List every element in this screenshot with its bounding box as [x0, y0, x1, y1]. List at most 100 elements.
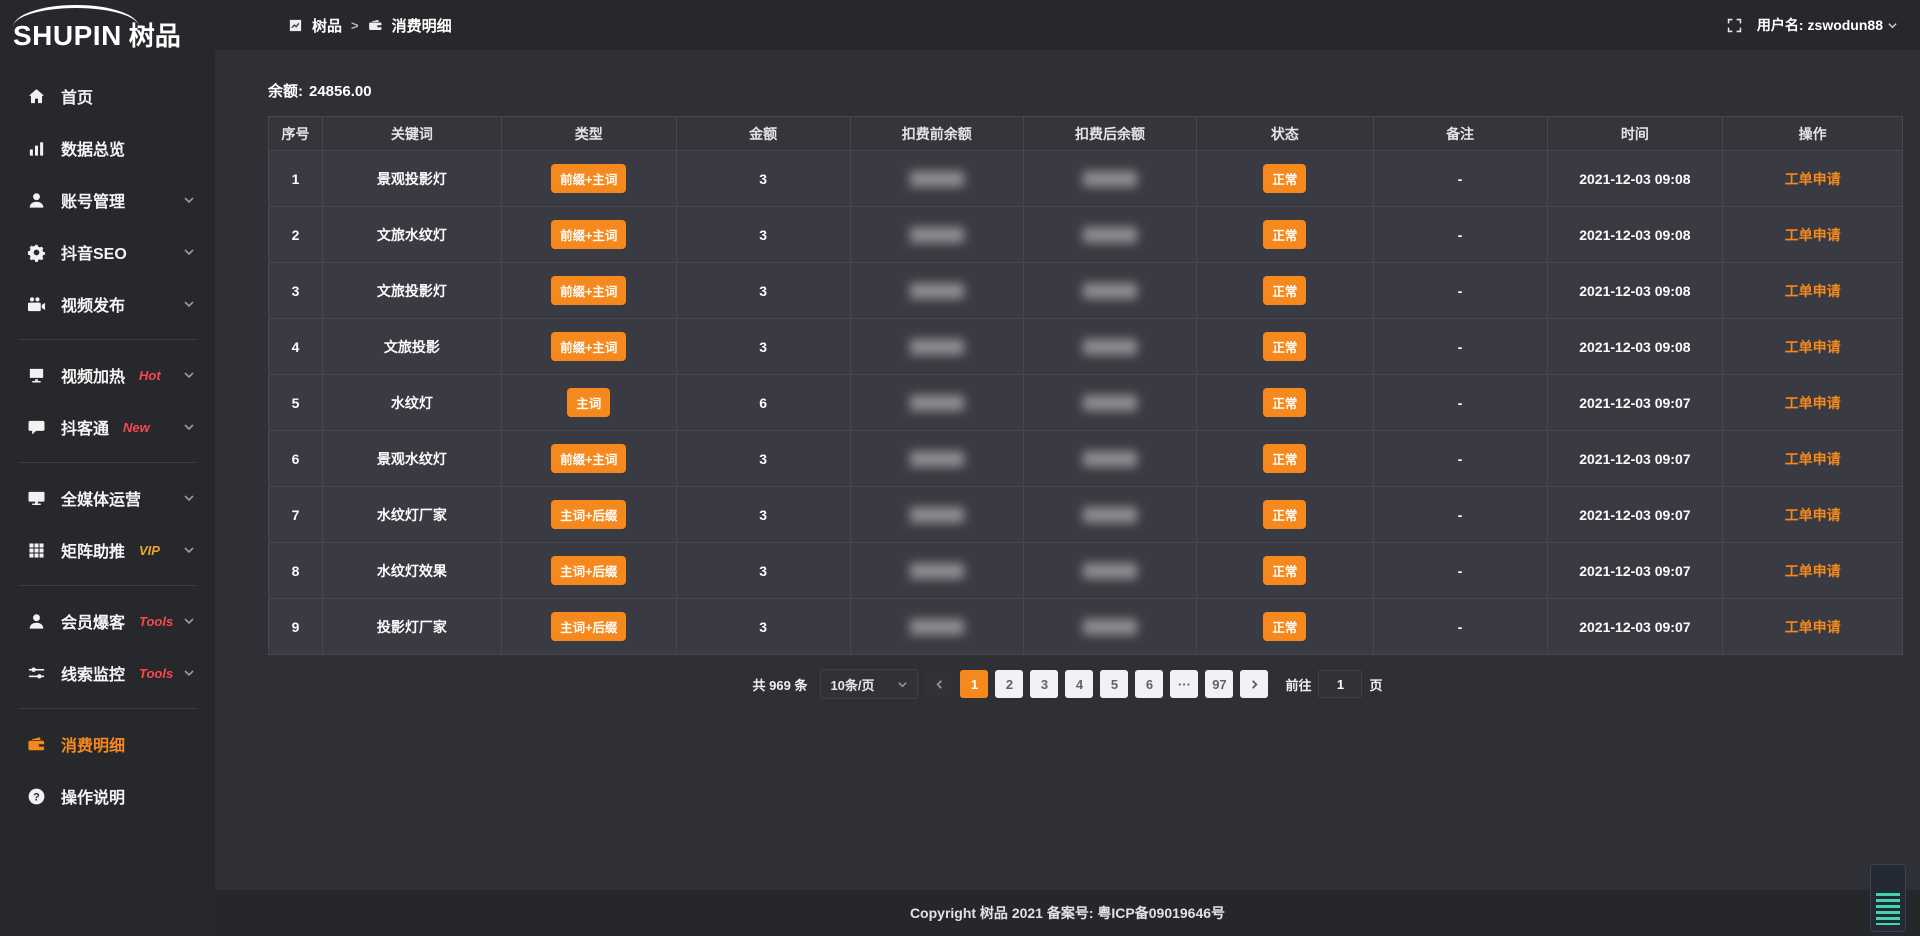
- cell-status: 正常: [1197, 487, 1373, 543]
- consumption-table-wrap: 序号关键词类型金额扣费前余额扣费后余额状态备注时间操作 1景观投影灯前缀+主词3…: [268, 116, 1903, 655]
- page-button-5[interactable]: 5: [1100, 670, 1128, 698]
- type-badge: 前缀+主词: [551, 444, 626, 473]
- cell-action: 工单申请: [1723, 487, 1903, 543]
- chevron-down-icon: [183, 667, 195, 679]
- cell-keyword: 水纹灯: [322, 375, 501, 431]
- cell-action: 工单申请: [1723, 431, 1903, 487]
- work-order-link[interactable]: 工单申请: [1785, 171, 1841, 187]
- sidebar-item-label: 视频加热: [61, 363, 125, 387]
- username-label: 用户名:: [1757, 15, 1804, 35]
- work-order-link[interactable]: 工单申请: [1785, 395, 1841, 411]
- cell-note: -: [1373, 263, 1547, 319]
- sidebar-item-matrix-boost[interactable]: 矩阵助推VIP: [0, 524, 215, 576]
- work-order-link[interactable]: 工单申请: [1785, 227, 1841, 243]
- balance-value: 24856.00: [309, 83, 372, 100]
- page-button-4[interactable]: 4: [1065, 670, 1093, 698]
- cell-no: 4: [269, 319, 323, 375]
- blurred-value: [910, 619, 964, 635]
- cell-post-balance: [1023, 207, 1196, 263]
- work-order-link[interactable]: 工单申请: [1785, 507, 1841, 523]
- cell-status: 正常: [1197, 151, 1373, 207]
- cell-status: 正常: [1197, 375, 1373, 431]
- table-row: 9投影灯厂家主词+后缀3正常-2021-12-03 09:07工单申请: [269, 599, 1903, 655]
- sidebar-item-help[interactable]: 操作说明: [0, 770, 215, 822]
- sidebar-item-tag: Hot: [139, 368, 161, 383]
- chat-icon: [27, 418, 46, 437]
- work-order-link[interactable]: 工单申请: [1785, 563, 1841, 579]
- sidebar-item-video-heat[interactable]: 视频加热 Hot: [0, 349, 215, 401]
- cell-keyword: 文旅水纹灯: [322, 207, 501, 263]
- cell-pre-balance: [850, 263, 1023, 319]
- work-order-link[interactable]: 工单申请: [1785, 283, 1841, 299]
- sidebar-item-clue-monitor[interactable]: 线索监控Tools: [0, 647, 215, 699]
- type-badge: 前缀+主词: [551, 276, 626, 305]
- next-page-button[interactable]: [1240, 670, 1268, 698]
- cell-no: 5: [269, 375, 323, 431]
- sidebar-item-home[interactable]: 首页: [0, 70, 215, 122]
- consumption-table: 序号关键词类型金额扣费前余额扣费后余额状态备注时间操作 1景观投影灯前缀+主词3…: [268, 116, 1903, 655]
- goto-label: 前往: [1285, 675, 1311, 694]
- cell-amount: 3: [676, 599, 850, 655]
- app: SHUPIN树品 首页数据总览账号管理抖音SEO视频发布视频加热Hot抖客通Ne…: [0, 0, 1920, 936]
- cell-action: 工单申请: [1723, 319, 1903, 375]
- work-order-link[interactable]: 工单申请: [1785, 451, 1841, 467]
- chevron-down-icon: [183, 492, 195, 504]
- prev-page-button[interactable]: [925, 670, 953, 698]
- sidebar-divider: [18, 339, 197, 340]
- cell-no: 1: [269, 151, 323, 207]
- cell-keyword: 水纹灯效果: [322, 543, 501, 599]
- blurred-value: [1083, 451, 1137, 467]
- page-button-3[interactable]: 3: [1030, 670, 1058, 698]
- cell-pre-balance: [850, 151, 1023, 207]
- user-menu[interactable]: 用户名: zswodun88: [1757, 15, 1898, 35]
- table-header-row: 序号关键词类型金额扣费前余额扣费后余额状态备注时间操作: [269, 117, 1903, 151]
- blurred-value: [1083, 227, 1137, 243]
- sidebar-item-media-ops[interactable]: 全媒体运营: [0, 472, 215, 524]
- sidebar-item-doukoutong[interactable]: 抖客通New: [0, 401, 215, 453]
- page-button-2[interactable]: 2: [995, 670, 1023, 698]
- sidebar-item-video-publish[interactable]: 视频发布: [0, 278, 215, 330]
- cell-type: 前缀+主词: [501, 319, 676, 375]
- work-order-link[interactable]: 工单申请: [1785, 339, 1841, 355]
- cell-pre-balance: [850, 207, 1023, 263]
- sidebar-item-member-baoke[interactable]: 会员爆客Tools: [0, 595, 215, 647]
- fullscreen-icon[interactable]: [1726, 17, 1743, 34]
- table-body: 1景观投影灯前缀+主词3正常-2021-12-03 09:08工单申请2文旅水纹…: [269, 151, 1903, 655]
- sidebar-item-label: 视频发布: [61, 292, 125, 316]
- type-badge: 主词: [567, 388, 610, 417]
- sidebar-item-data-overview[interactable]: 数据总览: [0, 122, 215, 174]
- sidebar-item-account[interactable]: 账号管理: [0, 174, 215, 226]
- chevron-down-icon: [183, 298, 195, 310]
- page-size-select[interactable]: 10条/页: [820, 669, 918, 699]
- work-order-link[interactable]: 工单申请: [1785, 619, 1841, 635]
- page-button-1[interactable]: 1: [960, 670, 988, 698]
- page-button-6[interactable]: 6: [1135, 670, 1163, 698]
- cell-type: 前缀+主词: [501, 151, 676, 207]
- sidebar-item-douyin-seo[interactable]: 抖音SEO: [0, 226, 215, 278]
- cell-type: 前缀+主词: [501, 263, 676, 319]
- page-button-more[interactable]: ···: [1170, 670, 1198, 698]
- cell-pre-balance: [850, 487, 1023, 543]
- brand-logo[interactable]: SHUPIN树品: [0, 0, 215, 58]
- cell-post-balance: [1023, 375, 1196, 431]
- cell-time: 2021-12-03 09:08: [1547, 263, 1723, 319]
- cell-amount: 3: [676, 431, 850, 487]
- breadcrumb-item-home[interactable]: 树品: [312, 15, 342, 36]
- type-badge: 主词+后缀: [551, 556, 626, 585]
- chevron-down-icon: [183, 544, 195, 556]
- cell-no: 9: [269, 599, 323, 655]
- cell-action: 工单申请: [1723, 375, 1903, 431]
- chevron-down-icon: [183, 194, 195, 206]
- goto-page-input[interactable]: [1318, 670, 1362, 698]
- page-button-97[interactable]: 97: [1205, 670, 1233, 698]
- cell-amount: 3: [676, 487, 850, 543]
- cell-keyword: 景观水纹灯: [322, 431, 501, 487]
- cell-pre-balance: [850, 431, 1023, 487]
- side-widget[interactable]: [1870, 864, 1906, 932]
- col-header-amount: 金额: [676, 117, 850, 151]
- sidebar-item-consume-detail[interactable]: 消费明细: [0, 718, 215, 770]
- brand-name-en: SHUPIN: [13, 20, 122, 51]
- table-row: 8水纹灯效果主词+后缀3正常-2021-12-03 09:07工单申请: [269, 543, 1903, 599]
- cell-amount: 3: [676, 319, 850, 375]
- cell-post-balance: [1023, 599, 1196, 655]
